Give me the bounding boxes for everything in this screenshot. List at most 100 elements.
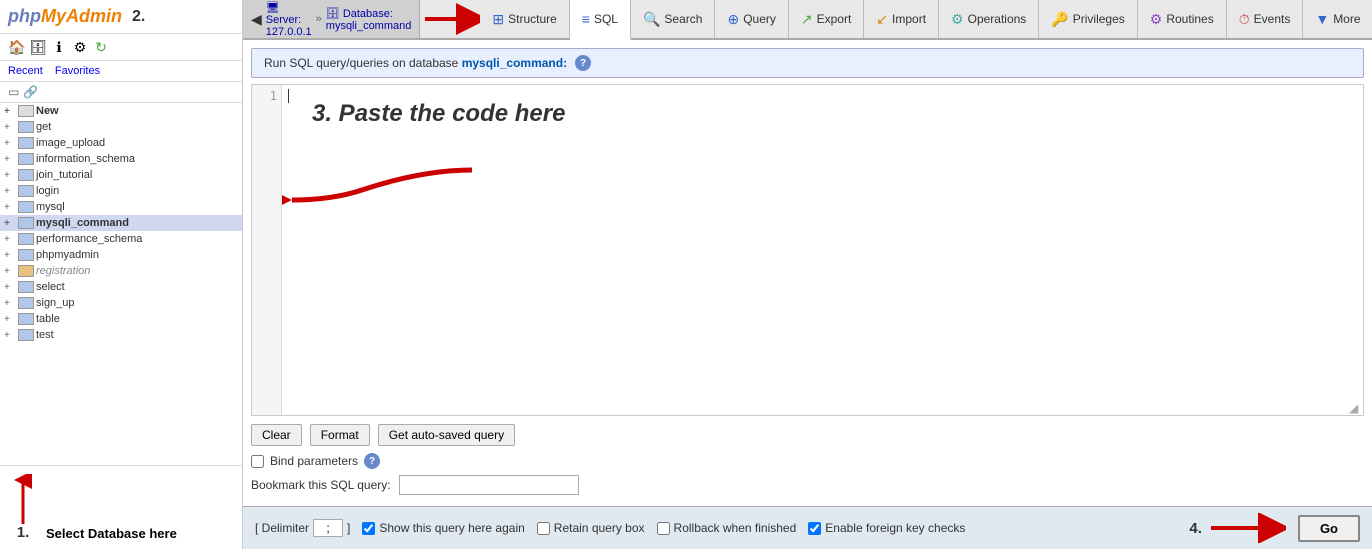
arrow-up-icon [8, 474, 38, 524]
sql-icon: ≡ [582, 11, 590, 27]
structure-icon: ⊞ [492, 11, 504, 28]
import-icon: ↙ [876, 11, 888, 28]
logo-php: php [8, 6, 41, 27]
delimiter-group: [ Delimiter ] [255, 519, 350, 537]
tab-export[interactable]: ↗ Export [789, 0, 864, 38]
nav-tabs: ⊞ Structure ≡ SQL 🔍 Search ⊕ Query ↗ [480, 0, 1372, 38]
routines-icon: ⚙ [1150, 11, 1163, 28]
db-item-sign-up[interactable]: + sign_up [0, 295, 242, 311]
bind-params-checkbox[interactable] [251, 455, 264, 468]
annotation-1-badge: 1. [17, 524, 30, 541]
db-icon[interactable]: 🗄 [29, 38, 47, 56]
tab-operations[interactable]: ⚙ Operations [939, 0, 1039, 38]
privileges-icon: 🔑 [1051, 11, 1068, 28]
more-icon: ▼ [1315, 11, 1329, 27]
refresh-icon[interactable]: ↻ [92, 38, 110, 56]
db-item-new[interactable]: + New [0, 103, 242, 119]
main-area: ◀ 🖥 Server: 127.0.0.1 » 🗄 Database: mysq… [243, 0, 1372, 549]
db-item-join-tutorial[interactable]: + join_tutorial [0, 167, 242, 183]
retain-box-checkbox[interactable] [537, 522, 550, 535]
annotation-4-container: 4. [1189, 513, 1286, 543]
tab-more-label: More [1333, 12, 1360, 26]
auto-save-button[interactable]: Get auto-saved query [378, 424, 515, 446]
foreign-key-checkbox[interactable] [808, 522, 821, 535]
settings-icon[interactable]: ⚙ [71, 38, 89, 56]
db-item-login[interactable]: + login [0, 183, 242, 199]
help-icon[interactable]: ? [575, 55, 591, 71]
sidebar-header: phpMyAdmin 2. [0, 0, 242, 34]
bind-params-help-icon[interactable]: ? [364, 453, 380, 469]
tab-more[interactable]: ▼ More [1303, 0, 1372, 38]
tab-routines[interactable]: ⚙ Routines [1138, 0, 1227, 38]
tab-import[interactable]: ↙ Import [864, 0, 939, 38]
bind-params-row: Bind parameters ? [251, 450, 1364, 472]
tab-routines-label: Routines [1166, 12, 1213, 26]
export-icon: ↗ [801, 11, 813, 28]
format-button[interactable]: Format [310, 424, 370, 446]
sidebar-toolbar: ▭ 🔗 [0, 82, 242, 103]
show-query-label: Show this query here again [379, 521, 524, 535]
tab-privileges[interactable]: 🔑 Privileges [1039, 0, 1137, 38]
resize-handle[interactable] [1349, 401, 1363, 415]
annotation-4-badge: 4. [1189, 520, 1202, 537]
link-icon[interactable]: 🔗 [23, 85, 38, 99]
query-db-name: mysqli_command: [462, 56, 567, 70]
rollback-checkbox[interactable] [657, 522, 670, 535]
db-item-phpmyadmin[interactable]: + phpmyadmin [0, 247, 242, 263]
delimiter-open-bracket: [ Delimiter [255, 521, 309, 535]
db-item-test[interactable]: + test [0, 327, 242, 343]
db-item-get[interactable]: + get [0, 119, 242, 135]
tab-events[interactable]: ⏱ Events [1227, 0, 1304, 38]
arrow-right-icon [420, 0, 480, 38]
tab-export-label: Export [817, 12, 852, 26]
sidebar-icon-bar: 🏠 🗄 ℹ ⚙ ↻ [0, 34, 242, 61]
bottom-bar: [ Delimiter ] Show this query here again… [243, 506, 1372, 549]
db-item-image-upload[interactable]: + image_upload [0, 135, 242, 151]
events-icon: ⏱ [1239, 11, 1250, 28]
sidebar: phpMyAdmin 2. 🏠 🗄 ℹ ⚙ ↻ Recent Favorites… [0, 0, 243, 549]
tab-operations-label: Operations [968, 12, 1027, 26]
nav-back-button[interactable]: ◀ [251, 11, 262, 28]
info-icon[interactable]: ℹ [50, 38, 68, 56]
tab-search-label: Search [664, 12, 702, 26]
bookmark-label: Bookmark this SQL query: [251, 478, 391, 492]
content-area: Run SQL query/queries on database mysqli… [243, 40, 1372, 506]
tab-sql-label: SQL [594, 12, 618, 26]
button-row: Clear Format Get auto-saved query [251, 420, 1364, 450]
collapse-icon[interactable]: ▭ [8, 85, 19, 99]
db-item-table[interactable]: + table [0, 311, 242, 327]
database-link[interactable]: 🗄 Database: mysqli_command [326, 7, 412, 32]
server-link[interactable]: 🖥 Server: 127.0.0.1 [266, 1, 312, 38]
logo-badge: 2. [132, 8, 145, 26]
query-icon: ⊕ [727, 11, 739, 28]
tab-search[interactable]: 🔍 Search [631, 0, 715, 38]
db-item-information-schema[interactable]: + information_schema [0, 151, 242, 167]
delimiter-close-bracket: ] [347, 521, 350, 535]
phpmyadmin-logo: phpMyAdmin [8, 6, 122, 27]
query-header: Run SQL query/queries on database mysqli… [251, 48, 1364, 78]
tab-sql[interactable]: ≡ SQL [570, 0, 631, 40]
clear-button[interactable]: Clear [251, 424, 302, 446]
db-item-mysql[interactable]: + mysql [0, 199, 242, 215]
sql-editor[interactable] [282, 85, 1363, 415]
show-query-group: Show this query here again [362, 521, 524, 535]
line-numbers: 1 [252, 85, 282, 415]
recent-link[interactable]: Recent [8, 65, 43, 77]
bookmark-input[interactable] [399, 475, 579, 495]
db-item-mysqli-command[interactable]: + mysqli_command [0, 215, 242, 231]
db-item-registration[interactable]: + registration [0, 263, 242, 279]
tab-structure[interactable]: ⊞ Structure [480, 0, 569, 38]
logo-myadmin: MyAdmin [41, 6, 122, 27]
server-text: Server: 127.0.0.1 [266, 14, 312, 38]
operations-icon: ⚙ [951, 11, 964, 28]
tab-query[interactable]: ⊕ Query [715, 0, 788, 38]
tab-privileges-label: Privileges [1073, 12, 1125, 26]
query-header-text: Run SQL query/queries on database mysqli… [264, 56, 567, 70]
show-query-checkbox[interactable] [362, 522, 375, 535]
delimiter-input[interactable] [313, 519, 343, 537]
go-button[interactable]: Go [1298, 515, 1360, 542]
home-icon[interactable]: 🏠 [8, 38, 26, 56]
favorites-link[interactable]: Favorites [55, 65, 100, 77]
db-item-select[interactable]: + select [0, 279, 242, 295]
db-item-performance-schema[interactable]: + performance_schema [0, 231, 242, 247]
